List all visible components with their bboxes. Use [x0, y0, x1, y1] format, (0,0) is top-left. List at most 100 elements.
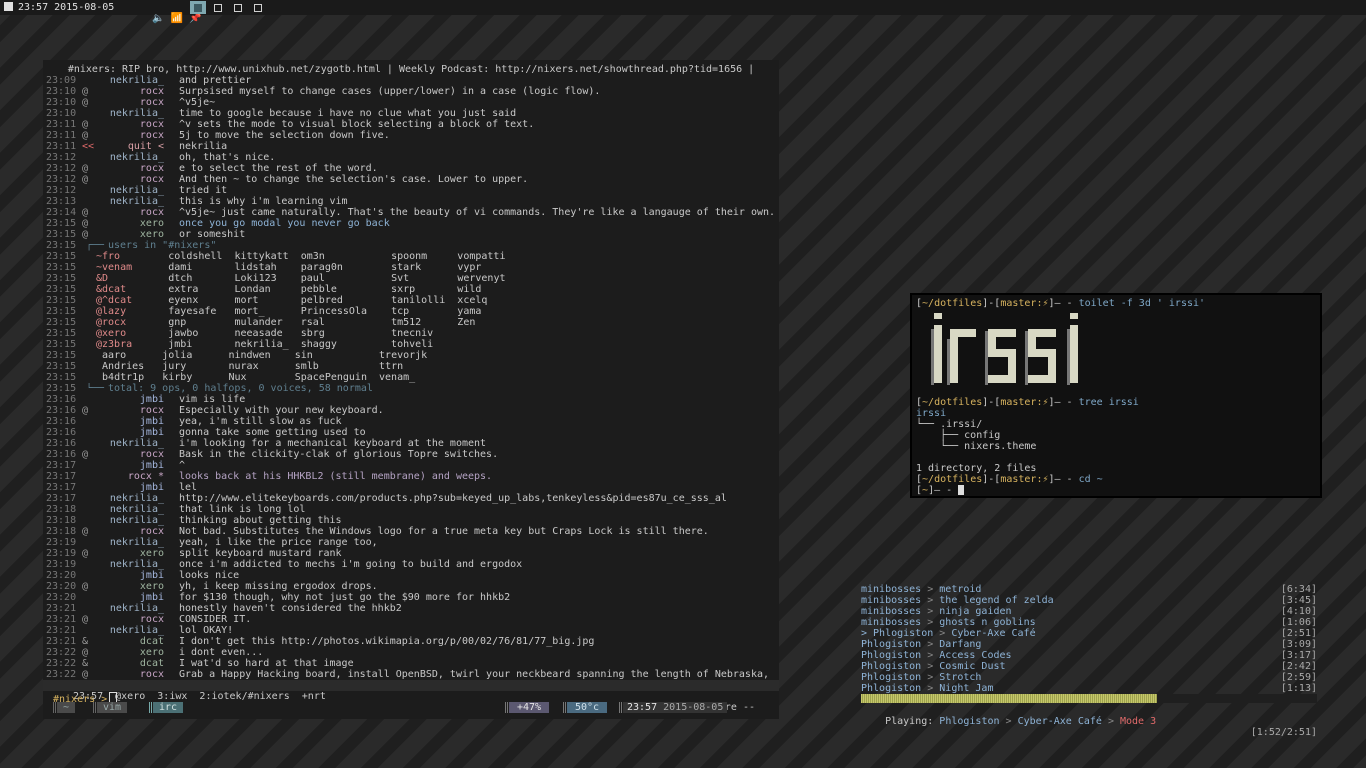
tmux-tab-vim[interactable]: vim	[93, 702, 128, 713]
track-item[interactable]: Phlogiston > Darfang [3:09]	[861, 639, 1317, 650]
track-item[interactable]: minibosses > ghosts n goblins [1:06]	[861, 617, 1317, 628]
nick[interactable]: rocx	[102, 163, 164, 174]
nick[interactable]: jmbi	[102, 394, 164, 405]
track-item[interactable]: minibosses > ninja gaiden [4:10]	[861, 606, 1317, 617]
workspace-3[interactable]	[230, 1, 246, 14]
track-item[interactable]: Phlogiston > Cosmic Dust [2:42]	[861, 661, 1317, 672]
terminal-window[interactable]: [~/dotfiles]-[master:⚡]— - toilet -f 3d …	[910, 293, 1322, 498]
nick[interactable]: xero	[102, 218, 164, 229]
workspace-1[interactable]	[190, 1, 206, 14]
nick[interactable]: nekrilia_	[102, 493, 164, 504]
nick[interactable]: jmbi	[102, 427, 164, 438]
nick[interactable]: jmbi	[102, 482, 164, 493]
chat-line: 23:09 nekrilia_ and prettier	[46, 75, 779, 86]
users-row: 23:15 ~venam dami lidstah parag0n stark v…	[46, 262, 482, 273]
nick[interactable]: jmbi	[102, 570, 164, 581]
user-mode: @	[82, 119, 89, 130]
timestamp: 23:10	[46, 97, 77, 108]
nick[interactable]: nekrilia_	[102, 603, 164, 614]
nick[interactable]: xero	[102, 581, 164, 592]
message-text: vim is life	[179, 394, 246, 405]
nick[interactable]: nekrilia_	[102, 504, 164, 515]
tmux-tab-home[interactable]: ~	[53, 702, 76, 713]
playback-progress-bar[interactable]	[861, 694, 1317, 703]
chat-line: 23:11 @ rocx ^v sets the mode to visual blo…	[46, 119, 779, 130]
nick[interactable]: quit <	[102, 141, 164, 152]
chat-line: 23:15 @ xero or someshit	[46, 229, 779, 240]
nick[interactable]: nekrilia_	[102, 75, 164, 86]
nick[interactable]: jmbi	[102, 592, 164, 603]
message-text: time to google because i have no clue wh…	[179, 108, 517, 119]
chat-line: 23:12 @ rocx And then ~ to change the selec…	[46, 174, 779, 185]
users-row: 23:15 b4dtr1p kirby Nux SpacePenguin ven…	[46, 372, 416, 383]
track-item[interactable]: Phlogiston > Night Jam [1:13]	[861, 683, 1317, 694]
workspace-4[interactable]	[250, 1, 266, 14]
nick[interactable]: rocx	[102, 526, 164, 537]
chat-line: 23:13 nekrilia_ this is why i'm learning v…	[46, 196, 779, 207]
chat-line: 23:17 jmbi lel	[46, 482, 779, 493]
timestamp: 23:12	[46, 163, 77, 174]
timestamp: 23:21	[46, 636, 77, 647]
nick[interactable]: rocx	[102, 614, 164, 625]
message-text: Surpsised myself to change cases (upper/…	[179, 86, 601, 97]
users-row: 23:15 @z3bra jmbi nekrilia_ shaggy tohvel…	[46, 339, 434, 350]
chat-line: 23:12 nekrilia_ oh, that's nice.	[46, 152, 779, 163]
message-text: lel	[179, 482, 198, 493]
nick[interactable]: rocx	[102, 97, 164, 108]
nick[interactable]: nekrilia_	[102, 559, 164, 570]
track-item[interactable]: Phlogiston > Access Codes [3:17]	[861, 650, 1317, 661]
nick[interactable]: rocx	[102, 130, 164, 141]
pin-icon[interactable]: 📌	[189, 13, 201, 24]
tmux-tab-irc[interactable]: irc	[149, 702, 184, 713]
chat-line: 23:16 jmbi gonna take some getting used to	[46, 427, 779, 438]
user-mode: @	[82, 526, 89, 537]
message-text: yeah, i like the price range too,	[179, 537, 378, 548]
nick[interactable]: dcat	[102, 658, 164, 669]
nick[interactable]: nekrilia_	[102, 185, 164, 196]
nick[interactable]: rocx	[102, 669, 164, 680]
nick[interactable]: nekrilia_	[102, 515, 164, 526]
nick[interactable]: rocx	[102, 449, 164, 460]
nick[interactable]: nekrilia_	[102, 438, 164, 449]
nick[interactable]: nekrilia_	[102, 152, 164, 163]
nick[interactable]: jmbi	[102, 416, 164, 427]
timestamp: 23:22	[46, 669, 77, 680]
nick[interactable]: nekrilia_	[102, 625, 164, 636]
nick[interactable]: rocx	[102, 405, 164, 416]
track-item[interactable]: > Phlogiston > Cyber-Axe Café [2:51]	[861, 628, 1317, 639]
nick[interactable]: rocx	[102, 86, 164, 97]
message-text: or someshit	[179, 229, 246, 240]
irc-window[interactable]: #nixers: RIP bro, http://www.unixhub.net…	[43, 60, 779, 719]
nick[interactable]: xero	[102, 548, 164, 559]
message-text: split keyboard mustard rank	[179, 548, 342, 559]
nick[interactable]: nekrilia_	[102, 108, 164, 119]
chat-line: 23:12 nekrilia_ tried it	[46, 185, 779, 196]
track-item[interactable]: minibosses > the legend of zelda [3:45]	[861, 595, 1317, 606]
chat-line: 23:16 jmbi yea, i'm still slow as fuck	[46, 416, 779, 427]
track-item[interactable]: Phlogiston > Strotch [2:59]	[861, 672, 1317, 683]
nick[interactable]: jmbi	[102, 460, 164, 471]
nick[interactable]: nekrilia_	[102, 196, 164, 207]
nick[interactable]: rocx	[102, 174, 164, 185]
track-item[interactable]: minibosses > metroid [6:34]	[861, 584, 1317, 595]
timestamp: 23:16	[46, 405, 77, 416]
nick[interactable]: dcat	[102, 636, 164, 647]
workspace-2[interactable]	[210, 1, 226, 14]
nick[interactable]: rocx	[102, 207, 164, 218]
wifi-icon[interactable]: 📶	[171, 13, 183, 24]
nick[interactable]: nekrilia_	[102, 537, 164, 548]
nick[interactable]: xero	[102, 229, 164, 240]
nick[interactable]: rocx *	[102, 471, 164, 482]
timestamp: 23:18	[46, 526, 77, 537]
prompt-line-2: [~/dotfiles]-[master:⚡]— - tree irssi	[916, 397, 1139, 408]
chat-line: 23:11 << quit < nekrilia	[46, 141, 779, 152]
chat-line: 23:19 nekrilia_ yeah, i like the price ran…	[46, 537, 779, 548]
timestamp: 23:10	[46, 108, 77, 119]
music-player[interactable]: minibosses > metroid [6:34] minibosses > t…	[858, 584, 1320, 738]
prompt-line-current[interactable]: [~]— -	[916, 485, 965, 496]
nick[interactable]: xero	[102, 647, 164, 658]
channel-topic: #nixers: RIP bro, http://www.unixhub.net…	[67, 64, 755, 75]
volume-icon[interactable]: 🔈	[152, 13, 164, 24]
users-total: 23:15 └── total: 9 ops, 0 halfops, 0 voice…	[46, 383, 373, 394]
nick[interactable]: rocx	[102, 119, 164, 130]
